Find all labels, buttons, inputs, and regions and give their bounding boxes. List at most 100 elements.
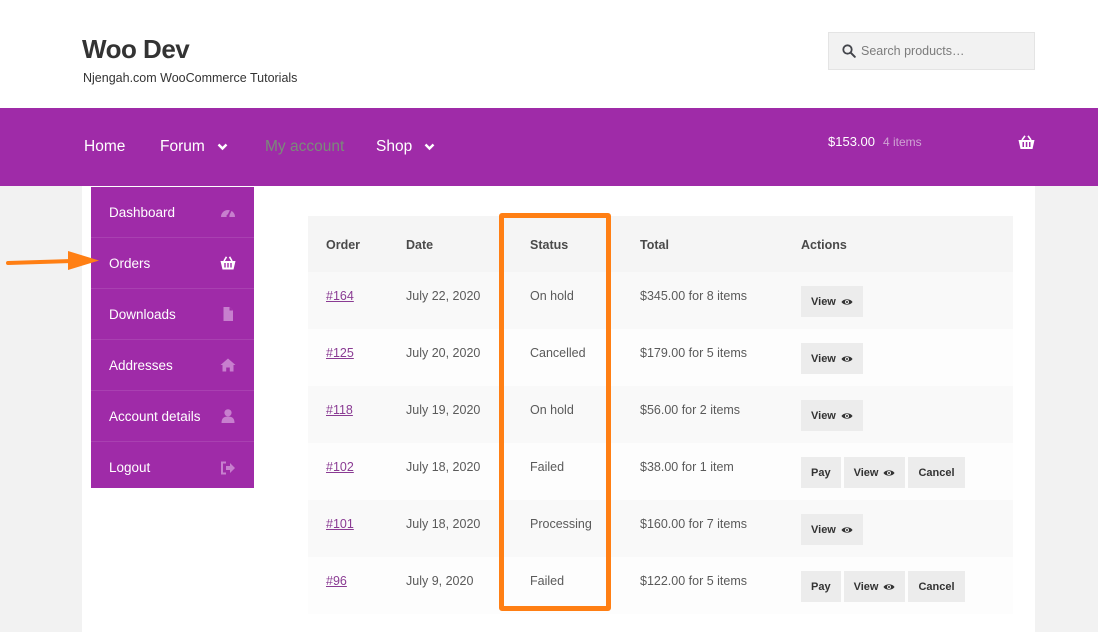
button-label: View <box>811 295 836 308</box>
view-order-button[interactable]: View <box>843 457 906 488</box>
order-number-link[interactable]: #96 <box>326 574 347 588</box>
view-order-button[interactable]: View <box>801 286 863 317</box>
cancel-order-button[interactable]: Cancel <box>908 571 965 602</box>
nav-item-label: Shop <box>376 138 413 155</box>
order-total: $345.00 for 8 items <box>640 289 748 303</box>
account-nav-dashboard[interactable]: Dashboard <box>91 187 254 238</box>
order-actions: Pay View Cancel <box>801 571 965 602</box>
eye-icon <box>883 469 895 476</box>
account-nav-label: Logout <box>109 460 151 475</box>
order-number-link[interactable]: #125 <box>326 346 354 360</box>
eye-icon <box>841 355 853 362</box>
status-column-highlight <box>499 213 611 611</box>
site-header: Woo Dev Njengah.com WooCommerce Tutorial… <box>0 0 1098 108</box>
nav-item-label: Home <box>84 138 126 155</box>
nav-item-label: My account <box>265 138 345 155</box>
button-label: Cancel <box>918 580 955 593</box>
view-order-button[interactable]: View <box>843 571 906 602</box>
basket-icon[interactable] <box>1018 135 1035 150</box>
file-icon <box>223 307 233 321</box>
order-date: July 9, 2020 <box>406 574 474 588</box>
button-label: Pay <box>811 466 831 479</box>
order-date: July 20, 2020 <box>406 346 481 360</box>
button-label: Pay <box>811 580 831 593</box>
view-order-button[interactable]: View <box>801 514 863 545</box>
button-label: View <box>811 409 836 422</box>
view-order-button[interactable]: View <box>801 400 863 431</box>
order-total: $179.00 for 5 items <box>640 346 748 360</box>
search-icon <box>842 44 856 58</box>
nav-item-my-account[interactable]: My account <box>265 138 344 156</box>
order-number-link[interactable]: #118 <box>326 403 353 417</box>
order-total: $38.00 for 1 item <box>640 460 734 474</box>
eye-icon <box>841 298 853 305</box>
order-total: $56.00 for 2 items <box>640 403 741 417</box>
order-actions: Pay View Cancel <box>801 457 965 488</box>
site-title[interactable]: Woo Dev <box>82 34 190 65</box>
account-nav-label: Dashboard <box>109 204 176 220</box>
button-label: View <box>811 352 836 365</box>
eye-icon <box>841 412 853 419</box>
table-row: #96 July 9, 2020 Failed $122.00 for 5 it… <box>308 557 1013 614</box>
chevron-down-icon <box>217 143 228 151</box>
pay-order-button[interactable]: Pay <box>801 457 841 488</box>
cart-summary[interactable]: $153.00 4 items <box>828 134 922 149</box>
column-header-total: Total <box>640 238 669 252</box>
view-order-button[interactable]: View <box>801 343 863 374</box>
button-label: View <box>853 580 879 593</box>
cart-total: $153.00 <box>828 134 875 149</box>
basket-icon <box>220 256 236 270</box>
account-nav-label: Account details <box>109 408 201 424</box>
primary-nav: Home Forum My account Shop $153.00 4 ite… <box>0 108 1098 186</box>
order-number-link[interactable]: #102 <box>326 460 354 474</box>
order-date: July 22, 2020 <box>406 289 481 303</box>
button-label: View <box>811 523 836 536</box>
account-nav-label: Addresses <box>109 357 173 373</box>
nav-item-label: Forum <box>160 138 205 155</box>
cart-count: 4 items <box>883 134 922 149</box>
dashboard-icon <box>221 209 235 218</box>
column-header-date: Date <box>406 238 434 252</box>
button-label: Cancel <box>918 466 955 479</box>
account-nav-account-details[interactable]: Account details <box>91 391 254 442</box>
nav-item-home[interactable]: Home <box>84 138 125 156</box>
order-number-link[interactable]: #164 <box>326 289 354 303</box>
table-row: #118 July 19, 2020 On hold $56.00 for 2 … <box>308 386 1013 443</box>
order-date: July 19, 2020 <box>406 403 481 417</box>
order-actions: View <box>801 286 863 317</box>
order-number-link[interactable]: #101 <box>326 517 354 531</box>
column-header-actions: Actions <box>801 238 847 252</box>
account-nav-label: Orders <box>109 255 151 271</box>
order-actions: View <box>801 343 863 374</box>
pay-order-button[interactable]: Pay <box>801 571 841 602</box>
table-row: #101 July 18, 2020 Processing $160.00 fo… <box>308 500 1013 557</box>
account-nav-logout[interactable]: Logout <box>91 442 254 493</box>
order-total: $122.00 for 5 items <box>640 574 748 588</box>
chevron-down-icon <box>424 143 435 151</box>
nav-item-shop[interactable]: Shop <box>376 138 435 156</box>
search-input[interactable] <box>861 44 1031 58</box>
search-box[interactable] <box>828 32 1035 70</box>
account-nav-addresses[interactable]: Addresses <box>91 340 254 391</box>
account-nav-downloads[interactable]: Downloads <box>91 289 254 340</box>
nav-item-forum[interactable]: Forum <box>160 138 228 156</box>
eye-icon <box>841 526 853 533</box>
annotation-arrow-icon <box>6 251 99 270</box>
column-header-order: Order <box>326 238 361 252</box>
order-actions: View <box>801 400 863 431</box>
eye-icon <box>883 583 895 590</box>
order-date: July 18, 2020 <box>406 517 481 531</box>
button-label: View <box>853 466 879 479</box>
order-date: July 18, 2020 <box>406 460 481 474</box>
cancel-order-button[interactable]: Cancel <box>908 457 965 488</box>
account-nav-label: Downloads <box>109 306 176 322</box>
account-navigation: Dashboard Orders Downloads Addresses Acc… <box>91 187 254 488</box>
orders-table-header: Order Date Status Total Actions <box>308 216 1013 272</box>
site-tagline: Njengah.com WooCommerce Tutorials <box>83 71 298 85</box>
table-row: #102 July 18, 2020 Failed $38.00 for 1 i… <box>308 443 1013 500</box>
account-nav-orders[interactable]: Orders <box>91 238 254 289</box>
order-actions: View <box>801 514 863 545</box>
logout-icon <box>221 461 235 474</box>
user-icon <box>221 409 235 423</box>
table-row: #164 July 22, 2020 On hold $345.00 for 8… <box>308 272 1013 329</box>
